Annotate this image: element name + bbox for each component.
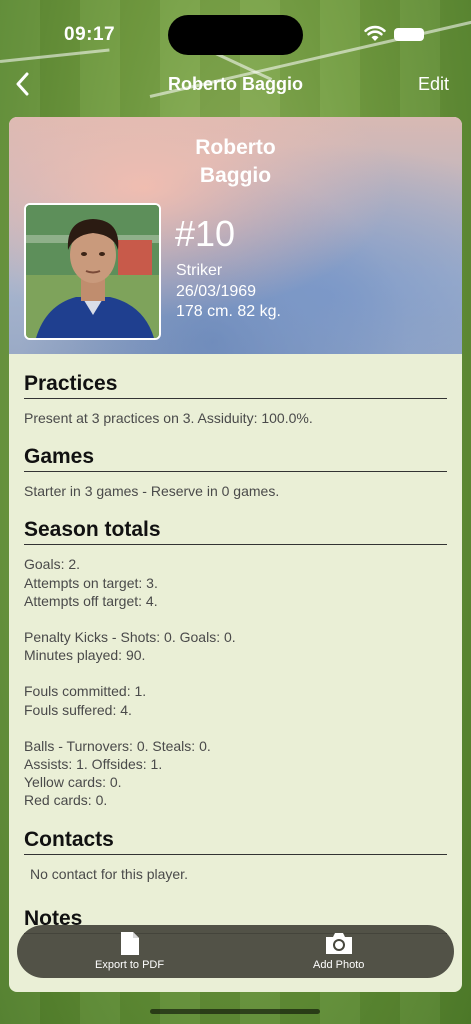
games-text: Starter in 3 games - Reserve in 0 games. <box>24 483 280 500</box>
player-details: Practices Present at 3 practices on 3. A… <box>9 372 462 934</box>
export-pdf-button[interactable]: Export to PDF <box>95 931 164 971</box>
player-card: Roberto Baggio #10 Striker 26/03/1969 17… <box>9 117 462 992</box>
navigation-bar: Roberto Baggio Edit <box>0 64 471 106</box>
status-bar: 09:17 <box>0 0 471 64</box>
add-photo-button[interactable]: Add Photo <box>313 931 364 971</box>
contacts-text: No contact for this player. <box>30 865 188 882</box>
player-name: Roberto Baggio <box>9 134 462 190</box>
add-photo-label: Add Photo <box>313 959 365 971</box>
document-icon <box>120 932 139 955</box>
season-totals-text: Goals: 2. Attempts on target: 3. Attempt… <box>24 555 447 809</box>
player-portrait <box>26 205 159 338</box>
dynamic-island <box>168 15 303 55</box>
nav-title: Roberto Baggio <box>168 74 303 94</box>
wifi-icon <box>364 25 386 41</box>
player-photo[interactable] <box>24 203 161 340</box>
stat-line: Fouls suffered: 4. <box>24 701 132 718</box>
stat-line: Red cards: 0. <box>24 792 108 809</box>
edit-button[interactable]: Edit <box>418 74 449 95</box>
stat-line: Penalty Kicks - Shots: 0. Goals: 0. <box>24 629 236 646</box>
stat-line: Minutes played: 90. <box>24 647 146 664</box>
section-title-practices: Practices <box>24 372 447 399</box>
stat-line: Balls - Turnovers: 0. Steals: 0. <box>24 737 211 754</box>
stat-line: Attempts on target: 3. <box>24 574 158 591</box>
section-title-games: Games <box>24 445 447 473</box>
player-role: Striker <box>176 262 223 279</box>
home-indicator <box>150 1009 320 1014</box>
camera-icon <box>325 933 352 954</box>
battery-icon <box>394 28 424 41</box>
practices-text: Present at 3 practices on 3. Assiduity: … <box>24 410 313 426</box>
status-time: 09:17 <box>64 24 116 45</box>
player-header: Roberto Baggio #10 Striker 26/03/1969 17… <box>9 117 462 354</box>
stat-line: Goals: 2. <box>24 556 81 573</box>
stat-line: Fouls committed: 1. <box>24 683 147 700</box>
player-physique: 178 cm. 82 kg. <box>176 303 281 320</box>
stat-line: Yellow cards: 0. <box>24 774 122 791</box>
section-title-season-totals: Season totals <box>24 518 447 546</box>
player-first-name: Roberto <box>195 136 276 159</box>
bottom-toolbar: Export to PDF Add Photo <box>17 925 454 978</box>
player-last-name: Baggio <box>199 164 272 187</box>
section-title-contacts: Contacts <box>24 828 447 855</box>
player-number: #10 <box>175 213 236 254</box>
export-pdf-label: Export to PDF <box>95 959 165 971</box>
stat-line: Assists: 1. Offsides: 1. <box>24 756 163 773</box>
player-birthdate: 26/03/1969 <box>176 283 257 300</box>
stat-line: Attempts off target: 4. <box>24 592 158 609</box>
